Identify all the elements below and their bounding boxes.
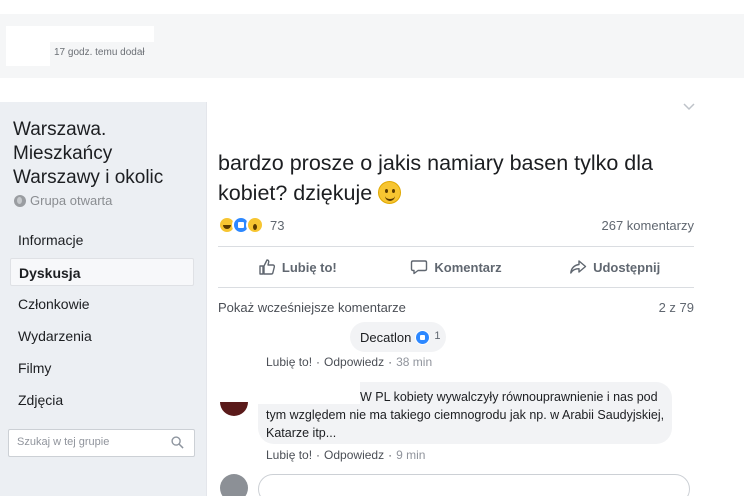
sidebar-item-czlonkowie[interactable]: Członkowie	[10, 290, 194, 318]
chevron-down-icon[interactable]	[682, 101, 696, 113]
group-privacy: Grupa otwarta	[14, 193, 112, 208]
search-icon[interactable]	[171, 436, 184, 449]
comment-content: Decatlon 1	[360, 322, 448, 354]
share-icon	[570, 260, 587, 274]
separator: ·	[316, 355, 321, 369]
redacted-author	[220, 320, 358, 356]
comment-like-link[interactable]: Lubię to!	[266, 355, 312, 369]
redacted-area	[216, 380, 252, 402]
post-body: bardzo prosze o jakis namiary basen tylk…	[218, 148, 688, 208]
group-search	[8, 429, 195, 457]
like-reaction-icon	[415, 330, 431, 345]
globe-icon	[14, 194, 26, 207]
divider	[218, 287, 694, 288]
group-privacy-label: Grupa otwarta	[30, 193, 113, 208]
post-timestamp: 17 godz. temu dodał	[54, 47, 145, 58]
comment-input[interactable]	[258, 474, 690, 496]
share-button-label: Udostępnij	[593, 259, 661, 275]
comment-text: Decatlon	[360, 330, 412, 345]
share-button[interactable]: Udostępnij	[535, 250, 694, 284]
sidebar-item-informacje[interactable]: Informacje	[10, 226, 194, 254]
comment-icon	[411, 260, 428, 275]
divider	[218, 246, 694, 247]
comment-button-label: Komentarz	[434, 259, 502, 275]
commenter-avatar[interactable]	[220, 474, 248, 496]
comment-reply-link[interactable]: Odpowiedz	[324, 448, 384, 462]
comment-time[interactable]: 9 min	[396, 448, 425, 462]
view-previous-comments[interactable]: Pokaż wcześniejsze komentarze	[218, 300, 406, 315]
comment-text: W PL kobiety wywalczyły równouprawnienie…	[266, 390, 665, 440]
pane-divider	[206, 102, 207, 496]
comment-meta: Lubię to! · Odpowiedz · 9 min	[266, 448, 425, 462]
wow-reaction-icon	[246, 216, 264, 234]
top-spacer	[0, 0, 744, 14]
sidebar-item-filmy[interactable]: Filmy	[10, 354, 194, 382]
comment-like-count: 1	[434, 330, 441, 342]
sidebar-item-dyskusja[interactable]: Dyskusja	[10, 258, 194, 286]
author-name[interactable]	[50, 26, 154, 42]
comment-pager: 2 z 79	[658, 300, 694, 315]
smile-emoji-icon	[378, 181, 402, 204]
sidebar-item-zdjecia[interactable]: Zdjęcia	[10, 386, 194, 414]
section-gap	[0, 78, 744, 102]
comment-meta: Lubię to! · Odpowiedz · 38 min	[266, 355, 432, 369]
separator: ·	[388, 355, 393, 369]
separator: ·	[388, 448, 393, 462]
group-search-input[interactable]	[17, 436, 167, 448]
comment-count[interactable]: 267 komentarzy	[602, 218, 695, 233]
group-title[interactable]: Warszawa. Mieszkańcy Warszawy i okolic	[13, 118, 198, 190]
separator: ·	[316, 448, 321, 462]
reactions-summary[interactable]: 73	[218, 216, 284, 234]
thumbs-up-icon	[259, 259, 275, 275]
like-button[interactable]: Lubię to!	[218, 250, 377, 284]
post-actions: Lubię to! Komentarz Udostępnij	[218, 250, 694, 284]
comment-like-link[interactable]: Lubię to!	[266, 448, 312, 462]
reaction-count: 73	[270, 217, 285, 233]
comment-time[interactable]: 38 min	[396, 355, 432, 369]
comment-reply-link[interactable]: Odpowiedz	[324, 355, 384, 369]
post-text: bardzo prosze o jakis namiary basen tylk…	[218, 151, 653, 205]
like-button-label: Lubię to!	[281, 259, 337, 275]
author-avatar[interactable]	[6, 26, 50, 66]
comment-button[interactable]: Komentarz	[377, 250, 536, 284]
sidebar-item-wydarzenia[interactable]: Wydarzenia	[10, 322, 194, 350]
